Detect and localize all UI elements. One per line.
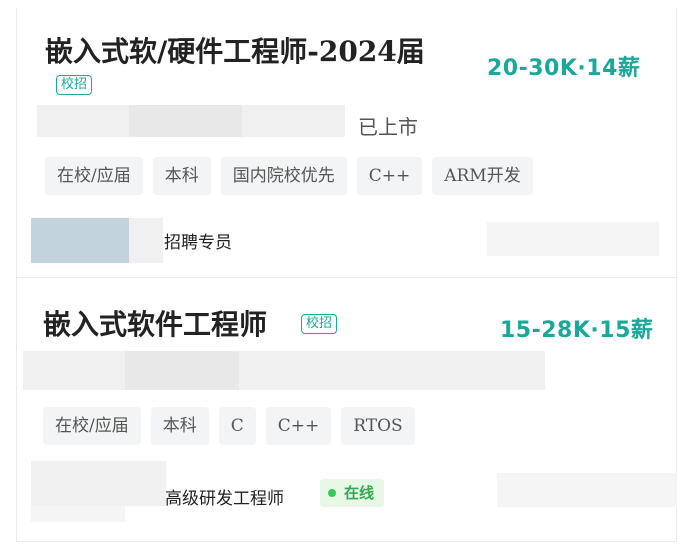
company-name-redacted	[129, 105, 244, 137]
recruiter-name-redacted	[31, 506, 125, 522]
company-info-redacted	[239, 351, 545, 390]
company-name-redacted	[37, 105, 133, 137]
job-title[interactable]: 嵌入式软/硬件工程师-2024届	[45, 35, 425, 69]
company-info-redacted	[23, 351, 127, 390]
campus-recruit-badge: 校招	[56, 75, 93, 95]
job-list: 嵌入式软/硬件工程师-2024届 校招 20-30K·14薪 已上市 在校/应届…	[0, 0, 695, 552]
tag: 本科	[152, 157, 211, 195]
salary: 15-28K·15薪	[500, 318, 654, 343]
recruiter-avatar[interactable]	[31, 461, 166, 506]
company-name-redacted	[242, 105, 345, 137]
recruiter-name-redacted	[129, 218, 163, 263]
tag: 在校/应届	[45, 157, 143, 195]
tag-list: 在校/应届 本科 C C++ RTOS	[43, 407, 415, 445]
tag: ARM开发	[432, 157, 533, 195]
online-status-label: 在线	[344, 484, 375, 502]
tag: C++	[265, 407, 332, 445]
tag: 国内院校优先	[220, 157, 347, 195]
job-card[interactable]: 嵌入式软件工程师 校招 15-28K·15薪 在校/应届 本科 C C++ RT…	[16, 277, 677, 542]
location-redacted	[487, 222, 659, 256]
job-card[interactable]: 嵌入式软/硬件工程师-2024届 校招 20-30K·14薪 已上市 在校/应届…	[16, 8, 677, 278]
campus-recruit-badge: 校招	[301, 314, 338, 334]
tag: C	[218, 407, 256, 445]
tag: 在校/应届	[43, 407, 141, 445]
online-status-badge: 在线	[320, 479, 385, 507]
recruiter-title: 招聘专员	[164, 233, 232, 253]
online-dot-icon	[328, 489, 336, 497]
company-status: 已上市	[358, 115, 418, 139]
recruiter-avatar[interactable]	[31, 218, 131, 263]
location-redacted	[497, 473, 677, 507]
job-title[interactable]: 嵌入式软件工程师	[43, 308, 267, 342]
salary: 20-30K·14薪	[487, 56, 641, 81]
tag: C++	[356, 157, 423, 195]
tag: RTOS	[341, 407, 415, 445]
tag-list: 在校/应届 本科 国内院校优先 C++ ARM开发	[45, 157, 533, 195]
recruiter-title: 高级研发工程师	[165, 489, 284, 509]
tag: 本科	[150, 407, 209, 445]
company-info-redacted	[125, 351, 241, 390]
